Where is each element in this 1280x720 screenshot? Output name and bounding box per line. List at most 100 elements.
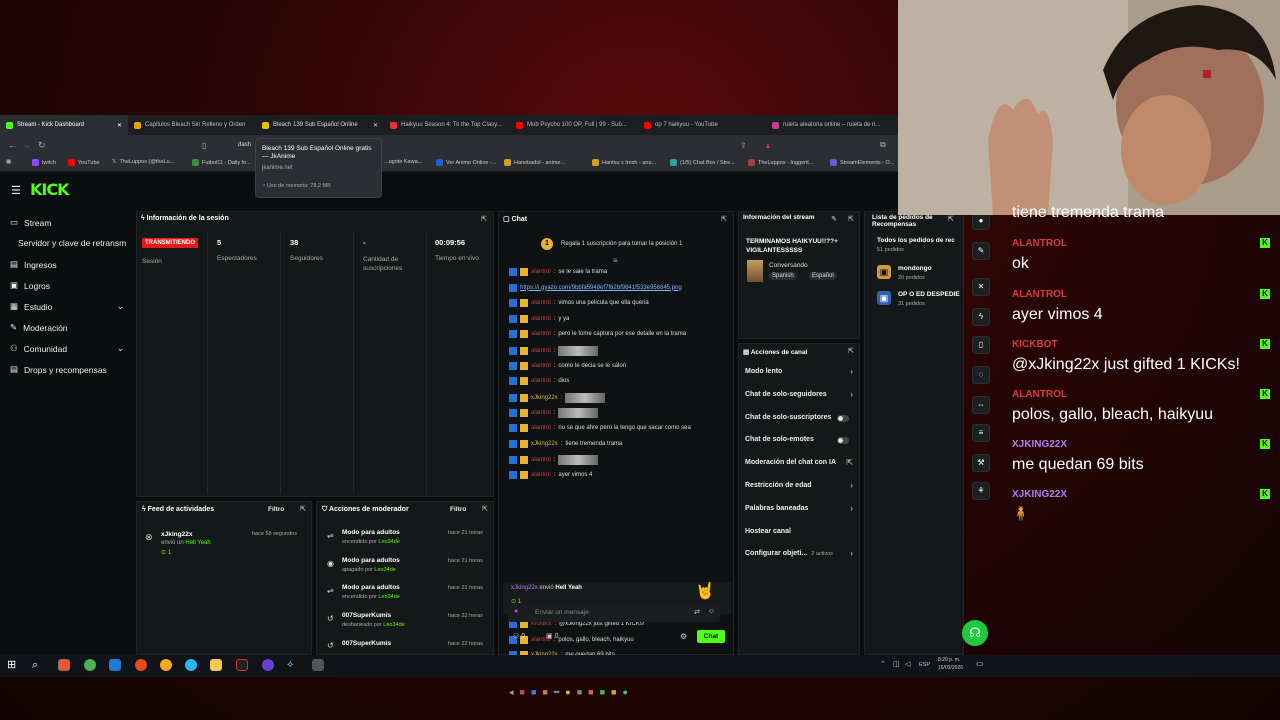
chevron-right-icon[interactable]: › [850, 390, 853, 399]
edit-icon[interactable]: ✎ [831, 215, 837, 223]
emote-icon[interactable]: ■ [600, 687, 605, 698]
tab-haikyuu[interactable]: Haikyuu Season 4: To the Top Clasy... [384, 115, 512, 135]
bolt-icon[interactable]: ϟ [972, 308, 990, 326]
language-indicator[interactable]: ESP [919, 662, 930, 668]
channel-action-item[interactable]: Configurar objeti... 2 activos [745, 550, 833, 557]
bookmark-futbol[interactable]: Futbol11 - Daily fo... [192, 159, 251, 166]
popout-icon[interactable]: ⇱ [482, 505, 488, 513]
app-taskbar-icon[interactable] [236, 659, 248, 671]
bookmark-chatbox[interactable]: (1/5) Chat Box / Stre... [670, 159, 735, 166]
hamburger-icon[interactable]: ☰ [11, 184, 21, 197]
tab-ruleta[interactable]: ruleta aleatoria online – ruleta de n... [766, 115, 898, 135]
send-chat-button[interactable]: Chat [697, 630, 725, 643]
chat-link[interactable]: https://i.gyazo.com/9bbfa5948ef7f62bf984… [520, 285, 682, 291]
chat-username[interactable]: alantrol [531, 472, 551, 478]
apps-icon[interactable]: ▦ [6, 159, 11, 165]
toggle-switch[interactable] [837, 437, 849, 445]
emote-icon[interactable]: ■ [577, 687, 582, 698]
pinned-gift-banner[interactable]: Regala 1 suscripción para tomar la posic… [561, 241, 682, 247]
bookmark-hanebadol[interactable]: Hanebadol - anime... [504, 159, 565, 166]
channel-action-item[interactable]: Chat de solo-seguidores [745, 391, 827, 398]
bookmark-kawa[interactable]: ...ugote Kawa... [384, 159, 422, 165]
kick-logo[interactable]: KICK [30, 180, 69, 199]
channel-action-item[interactable]: Restricción de edad [745, 482, 812, 489]
external-link-icon[interactable]: ⇱ [846, 458, 853, 467]
chat-input[interactable]: Enviar un mensaje [535, 609, 589, 616]
edge-taskbar-icon[interactable] [185, 659, 197, 671]
gift-user[interactable]: xJking22x [511, 585, 538, 591]
bookmark-x[interactable]: 𝕏 TheLuppos (@theLu... [112, 159, 174, 165]
activity-filter-button[interactable]: Filtro [268, 506, 284, 513]
bookmark-streamelements[interactable]: StreamElements - O... [830, 159, 894, 166]
bookmark-icon[interactable]: ▯ [202, 141, 206, 150]
sidebar-item-comunidad[interactable]: ⚇ Comunidad ⌄ [10, 343, 124, 354]
chat-username[interactable]: alantrol [531, 348, 551, 354]
emote-icon[interactable]: ■ [542, 687, 547, 698]
popout-icon[interactable]: ⇱ [948, 215, 954, 223]
bookmark-ver-anime[interactable]: Ver Anime Online -... [436, 159, 496, 166]
chrome-taskbar-icon[interactable] [135, 659, 147, 671]
tab-bleach-139[interactable]: Bleach 139 Sub Español Online ✕ [256, 115, 384, 135]
clock-time[interactable]: 8:20 p. m. [938, 657, 960, 663]
network-icon[interactable]: ◫ [893, 660, 900, 668]
chat-username[interactable]: alantrol [531, 269, 551, 275]
toggle-switch[interactable] [837, 414, 849, 422]
url-input[interactable]: dash [238, 142, 251, 148]
forward-icon[interactable]: → [22, 140, 31, 150]
chat-username[interactable]: alantrol [531, 378, 551, 384]
sidebar-item-logros[interactable]: ▣ Logros [10, 280, 50, 291]
modactions-filter-button[interactable]: Filtro [450, 506, 466, 513]
sidebar-item-drops[interactable]: ▤ Drops y recompensas [10, 364, 107, 375]
chat-username[interactable]: alantrol [531, 425, 551, 431]
tab-bleach-capitulos[interactable]: Capitulos Bleach Sin Relleno y Orden [128, 115, 256, 135]
chat-image-embed[interactable] [558, 408, 599, 419]
emote-quickbar[interactable]: ◂ ■ ■ ■ ━ ● ■ ■ ■ ■ ● [509, 687, 628, 698]
chat-input-box[interactable]: ● Enviar un mensaje ⇄ ☺ [508, 605, 720, 622]
chat-username[interactable]: xJking22x [531, 441, 558, 447]
chrome-taskbar-icon[interactable] [160, 659, 172, 671]
reward-name[interactable]: OP O ED DESPEDIE [898, 291, 960, 298]
obs-taskbar-icon[interactable] [262, 659, 274, 671]
channel-action-item[interactable]: Chat de solo-suscriptores [745, 414, 831, 421]
list-icon[interactable]: ≡ [972, 424, 990, 442]
chat-image-embed[interactable] [565, 392, 606, 403]
arrows-icon[interactable]: ⇔ [972, 396, 990, 414]
reward-name[interactable]: mondongo [898, 265, 932, 272]
chrome-taskbar-icon[interactable] [84, 659, 96, 671]
channel-action-item[interactable]: Chat de solo-emotes [745, 436, 814, 443]
bookmark-hantsu[interactable]: Hantsu x Iresh - anu... [592, 159, 656, 166]
chat-username[interactable]: alantrol [531, 363, 551, 369]
chevron-right-icon[interactable]: › [850, 504, 853, 513]
gear-icon[interactable]: ⚙ [680, 632, 687, 641]
reload-icon[interactable]: ↻ [38, 140, 46, 151]
brave-taskbar-icon[interactable] [58, 659, 70, 671]
emote-icon[interactable]: ■ [588, 687, 593, 698]
extensions-icon[interactable]: ⧉ [880, 140, 886, 150]
popout-icon[interactable]: ⇱ [848, 215, 854, 223]
brave-icon[interactable]: ▲ [764, 141, 772, 150]
network-icon[interactable]: ⚘ [972, 482, 990, 500]
chat-username[interactable]: alantrol [531, 300, 551, 306]
app-taskbar-icon[interactable]: ⟡ [287, 659, 299, 671]
cross-icon[interactable]: ✕ [972, 278, 990, 296]
sidebar-item-stream[interactable]: ▭ Stream [10, 217, 51, 228]
windows-start-icon[interactable]: ⊞ [7, 659, 19, 671]
app-taskbar-icon[interactable] [109, 659, 121, 671]
hammer-icon[interactable]: ⚒ [972, 454, 990, 472]
pencil-icon[interactable]: ✎ [972, 242, 990, 260]
activity-user[interactable]: xJking22x [161, 531, 192, 538]
tray-chevron-icon[interactable]: ⌃ [880, 660, 886, 668]
chat-username[interactable]: xJking22x [531, 395, 558, 401]
chevron-right-icon[interactable]: › [850, 481, 853, 490]
rewards-all[interactable]: Todos los pedidos de rec [877, 237, 955, 244]
chat-username[interactable]: alantrol [531, 316, 551, 322]
tab-op-haikyuu[interactable]: op 7 haikyuu - YouTube [638, 115, 766, 135]
share-icon[interactable]: ⇪ [740, 141, 747, 150]
tab-mob-psycho[interactable]: Mob Psycho 100 OP, Full | 99 - Sub... [510, 115, 638, 135]
channel-action-item[interactable]: Hostear canal [745, 528, 791, 535]
bookmark-theluppos[interactable]: TheLuppos - Inggerit... [748, 159, 813, 166]
emote-icon[interactable]: ━ [554, 687, 559, 698]
emote-icon[interactable]: ◂ [509, 687, 514, 698]
chevron-right-icon[interactable]: › [850, 367, 853, 376]
support-headset-icon[interactable]: ☊ [962, 620, 988, 646]
